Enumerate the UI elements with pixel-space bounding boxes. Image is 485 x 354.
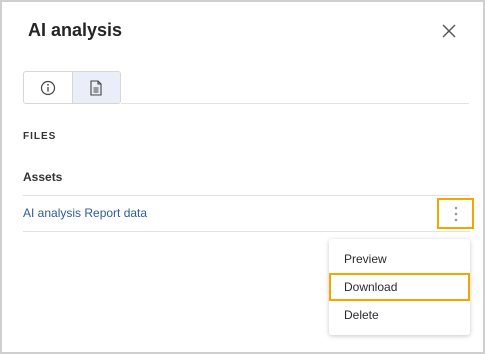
close-button[interactable] [439, 21, 459, 41]
ai-analysis-panel: AI analysis FILES Assets AI analysis Rep… [0, 0, 485, 354]
file-actions-button[interactable] [437, 198, 474, 229]
document-icon [90, 79, 103, 96]
assets-divider [23, 195, 470, 196]
info-icon [40, 80, 56, 95]
more-vertical-icon [454, 206, 457, 221]
file-actions-menu: Preview Download Delete [329, 239, 470, 335]
file-link-report-data[interactable]: AI analysis Report data [23, 206, 147, 220]
menu-item-download[interactable]: Download [329, 273, 470, 301]
files-section-label: FILES [23, 131, 57, 142]
tab-files[interactable] [71, 72, 120, 103]
assets-group-label: Assets [23, 170, 63, 184]
panel-title: AI analysis [28, 20, 123, 40]
file-row-divider [23, 231, 470, 232]
menu-item-delete[interactable]: Delete [329, 301, 470, 329]
tab-info[interactable] [24, 72, 72, 103]
panel-tabs [23, 71, 121, 104]
menu-item-preview[interactable]: Preview [329, 245, 470, 273]
tabs-divider [121, 103, 469, 104]
close-icon [442, 24, 456, 38]
